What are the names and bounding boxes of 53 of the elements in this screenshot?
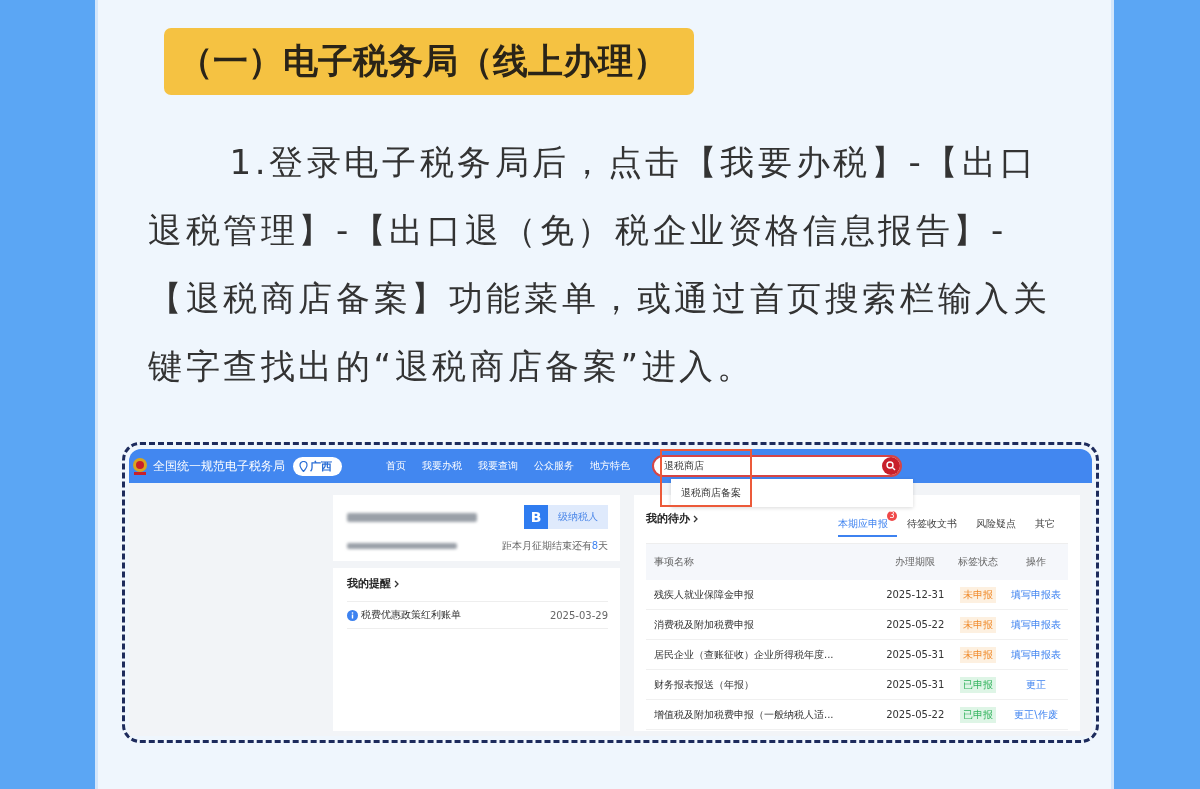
section-heading: （一）电子税务局（线上办理） — [164, 28, 694, 95]
nav-link[interactable]: 我要办税 — [422, 459, 462, 473]
card-title[interactable]: 我的提醒 — [347, 576, 391, 591]
column-header: 事项名称 — [646, 543, 879, 580]
table-cell: 2025-05-22 — [878, 699, 953, 730]
deadline-text: 距本月征期结束还有8天 — [501, 539, 608, 553]
reminder-date: 2025-03-29 — [549, 609, 608, 621]
card-title[interactable]: 我的待办 — [646, 511, 690, 526]
action-link[interactable]: 更正\作废 — [1014, 708, 1058, 720]
status-tag: 未申报 — [960, 586, 997, 603]
nav-link[interactable]: 公众服务 — [534, 459, 574, 473]
table-cell: 2025-05-31 — [878, 669, 953, 700]
emblem-icon — [131, 456, 149, 476]
tab[interactable]: 风险疑点 — [976, 511, 1025, 537]
action-link[interactable]: 填写申报表 — [1010, 618, 1061, 630]
status-tag: 已申报 — [960, 676, 997, 693]
grade-label: 级纳税人 — [548, 505, 608, 529]
tab[interactable]: 待签收文书 — [907, 511, 966, 537]
table-cell: 财务报表报送（年报） — [646, 669, 879, 700]
table-cell: 居民企业（查账征收）企业所得税年度... — [646, 639, 879, 670]
status-tag: 未申报 — [960, 646, 997, 663]
table-cell: 2025-12-31 — [878, 580, 953, 610]
table-cell: 消费税及附加税费申报 — [646, 609, 879, 640]
count-badge: 3 — [887, 511, 897, 521]
search-field[interactable]: 退税商店 — [652, 455, 902, 477]
action-link[interactable]: 填写申报表 — [1010, 648, 1061, 660]
search-icon — [886, 461, 896, 471]
reminder-item[interactable]: 税费优惠政策红利账单 — [361, 608, 461, 622]
action-link[interactable]: 填写申报表 — [1010, 588, 1061, 600]
chevron-icon — [693, 514, 699, 523]
instruction-paragraph: 1.登录电子税务局后，点击【我要办税】-【出口退税管理】-【出口退（免）税企业资格信息报告】-【退税商店备案】功能菜单，或通过首页搜索栏输入关键字查找出的“退税商店备案”进入。 — [148, 141, 1052, 388]
status-tag: 已申报 — [960, 706, 997, 723]
column-header: 办理期限 — [878, 543, 953, 580]
suggestion-item[interactable]: 退税商店备案 — [681, 486, 741, 500]
info-icon — [347, 609, 358, 621]
grade-badge: B — [524, 505, 548, 529]
column-header: 标签状态 — [952, 543, 1004, 580]
table-cell: 增值税及附加税费申报（一般纳税人适... — [646, 699, 879, 730]
tab[interactable]: 其它 — [1035, 511, 1064, 537]
table-cell: 残疾人就业保障金申报 — [646, 580, 879, 610]
table-cell: 2025-05-22 — [878, 609, 953, 640]
nav-link[interactable]: 首页 — [386, 459, 406, 473]
site-title[interactable]: 全国统一规范电子税务局 — [153, 457, 285, 475]
chevron-icon — [394, 579, 400, 588]
location-pin-icon — [299, 460, 308, 472]
action-link[interactable]: 更正 — [1025, 678, 1046, 690]
column-header: 操作 — [1003, 543, 1068, 580]
tab[interactable]: 本期应申报 3 — [838, 511, 897, 537]
nav-link[interactable]: 我要查询 — [478, 459, 518, 473]
table-cell: 2025-05-31 — [878, 639, 953, 670]
status-tag: 未申报 — [960, 616, 997, 633]
region-selector[interactable]: 广西 — [293, 456, 342, 476]
nav-link[interactable]: 地方特色 — [590, 459, 630, 473]
